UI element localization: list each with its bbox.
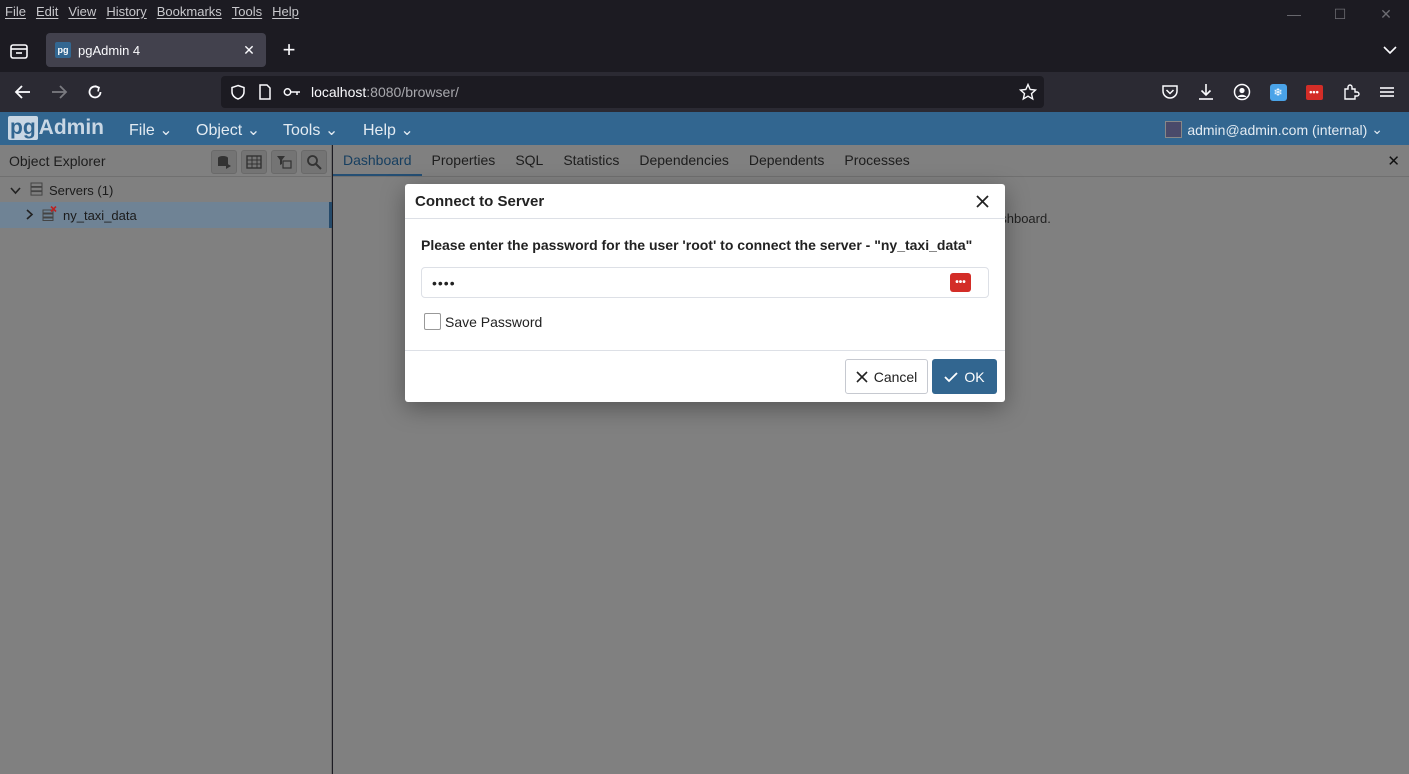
close-icon: [856, 370, 868, 383]
password-manager-extension-icon[interactable]: •••: [1304, 82, 1324, 102]
menu-view[interactable]: View: [63, 4, 101, 19]
user-menu[interactable]: admin@admin.com (internal) ⌄: [1165, 121, 1383, 138]
dialog-message: Please enter the password for the user '…: [421, 237, 973, 253]
pocket-icon[interactable]: [1160, 82, 1180, 102]
reload-icon[interactable]: [83, 80, 107, 104]
extensions-puzzle-icon[interactable]: [1341, 82, 1361, 102]
menu-history[interactable]: History: [101, 4, 151, 19]
firefox-view-icon[interactable]: [8, 40, 30, 62]
menu-edit[interactable]: Edit: [31, 4, 63, 19]
dialog-footer-divider: [405, 350, 1005, 351]
extension-blue-icon[interactable]: ❄: [1268, 82, 1288, 102]
tab-dashboard[interactable]: Dashboard: [333, 145, 422, 176]
tab-dependents[interactable]: Dependents: [739, 145, 835, 176]
pg-menu-tools-label: Tools: [283, 122, 321, 139]
menu-file[interactable]: File: [0, 4, 31, 19]
page-info-icon[interactable]: [256, 83, 274, 101]
pgadmin-logo: pg Admin: [8, 115, 104, 141]
tab-sql[interactable]: SQL: [505, 145, 553, 176]
back-icon[interactable]: [11, 80, 35, 104]
password-manager-icon[interactable]: •••: [950, 273, 971, 292]
pg-menu-tools[interactable]: Tools ⌄: [283, 120, 338, 140]
object-explorer-panel: Object Explorer Servers (1) ny_taxi_data: [0, 145, 332, 774]
account-icon[interactable]: [1232, 82, 1252, 102]
tree-node-servers-label: Servers (1): [49, 182, 114, 198]
forward-icon[interactable]: [47, 80, 71, 104]
save-password-label[interactable]: Save Password: [445, 314, 542, 330]
check-icon: [944, 371, 959, 382]
logo-pg: pg: [8, 116, 38, 140]
chevron-down-icon: ⌄: [1371, 121, 1383, 137]
tab-processes[interactable]: Processes: [834, 145, 919, 176]
window-controls: — ☐ ✕: [1271, 0, 1409, 28]
server-disconnected-icon: [42, 205, 57, 224]
tab-properties[interactable]: Properties: [422, 145, 506, 176]
menu-help[interactable]: Help: [267, 4, 304, 19]
view-data-icon[interactable]: [241, 150, 267, 174]
logo-admin: Admin: [38, 116, 104, 139]
dialog-title: Connect to Server: [415, 192, 545, 210]
tab-statistics[interactable]: Statistics: [553, 145, 629, 176]
url-host: localhost: [311, 84, 367, 100]
servers-icon: [30, 182, 43, 199]
close-window-icon[interactable]: ✕: [1363, 0, 1409, 28]
browser-menubar: File Edit View History Bookmarks Tools H…: [0, 0, 1409, 22]
app-menu-icon[interactable]: [1377, 82, 1397, 102]
password-field[interactable]: [421, 267, 989, 298]
pg-menu-object[interactable]: Object ⌄: [196, 120, 260, 140]
search-icon[interactable]: [301, 150, 327, 174]
tab-dependencies[interactable]: Dependencies: [629, 145, 739, 176]
menu-bookmarks[interactable]: Bookmarks: [152, 4, 227, 19]
tab-close-icon[interactable]: ✕: [240, 41, 258, 59]
downloads-icon[interactable]: [1196, 82, 1216, 102]
main-tabs: Dashboard Properties SQL Statistics Depe…: [333, 145, 1409, 177]
new-tab-icon[interactable]: +: [278, 39, 300, 62]
pgadmin-favicon-icon: pg: [55, 42, 71, 58]
list-all-tabs-icon[interactable]: [1383, 42, 1397, 60]
url-path: :8080/browser/: [366, 84, 459, 100]
user-label: admin@admin.com (internal): [1187, 121, 1368, 138]
object-explorer-toolbar: [211, 150, 327, 174]
pg-menu-help-label: Help: [363, 122, 396, 139]
ok-button[interactable]: OK: [932, 359, 997, 394]
dialog-title-bar: Connect to Server: [405, 184, 1005, 219]
save-password-checkbox[interactable]: [424, 313, 441, 330]
minimize-icon[interactable]: —: [1271, 0, 1317, 28]
tree-node-servers[interactable]: Servers (1): [0, 177, 332, 203]
menu-tools[interactable]: Tools: [227, 4, 267, 19]
pg-menu-object-label: Object: [196, 122, 243, 139]
bookmark-star-icon[interactable]: [1019, 83, 1037, 101]
key-icon[interactable]: [283, 83, 301, 101]
close-panel-icon[interactable]: ✕: [1387, 152, 1400, 170]
avatar: [1165, 121, 1183, 138]
pg-menu-help[interactable]: Help ⌄: [363, 120, 414, 140]
pg-menu-file[interactable]: File ⌄: [129, 120, 173, 140]
filtered-rows-icon[interactable]: [271, 150, 297, 174]
chevron-down-icon: ⌄: [400, 122, 414, 139]
pg-menu-file-label: File: [129, 122, 155, 139]
maximize-icon[interactable]: ☐: [1317, 0, 1363, 28]
connect-to-server-dialog: Connect to Server Please enter the passw…: [405, 184, 1005, 402]
close-icon[interactable]: [973, 192, 991, 210]
chevron-right-icon[interactable]: [26, 208, 36, 223]
chevron-down-icon: ⌄: [324, 122, 339, 139]
chevron-down-icon[interactable]: [10, 183, 22, 198]
chevron-down-icon: ⌄: [159, 122, 173, 139]
navigation-toolbar: localhost:8080/browser/ ❄ •••: [0, 72, 1409, 112]
tracking-protection-shield-icon[interactable]: [229, 83, 247, 101]
tree-node-ny-taxi-data-label: ny_taxi_data: [63, 207, 137, 223]
object-explorer-title: Object Explorer: [9, 152, 106, 169]
pgadmin-header: pg Admin File ⌄ Object ⌄ Tools ⌄ Help ⌄ a…: [0, 112, 1409, 145]
url-text[interactable]: localhost:8080/browser/: [311, 84, 459, 100]
tab-strip: pg pgAdmin 4 ✕ +: [0, 28, 1409, 72]
cancel-button-label: Cancel: [873, 368, 918, 385]
cancel-button[interactable]: Cancel: [845, 359, 928, 394]
tab-title: pgAdmin 4: [78, 42, 141, 58]
chevron-down-icon: ⌄: [246, 122, 261, 139]
tree-node-ny-taxi-data[interactable]: ny_taxi_data: [0, 202, 332, 228]
address-bar[interactable]: localhost:8080/browser/: [221, 76, 1044, 108]
query-tool-icon[interactable]: [211, 150, 237, 174]
ok-button-label: OK: [964, 368, 985, 385]
browser-tab-pgadmin[interactable]: pg pgAdmin 4 ✕: [46, 33, 266, 67]
